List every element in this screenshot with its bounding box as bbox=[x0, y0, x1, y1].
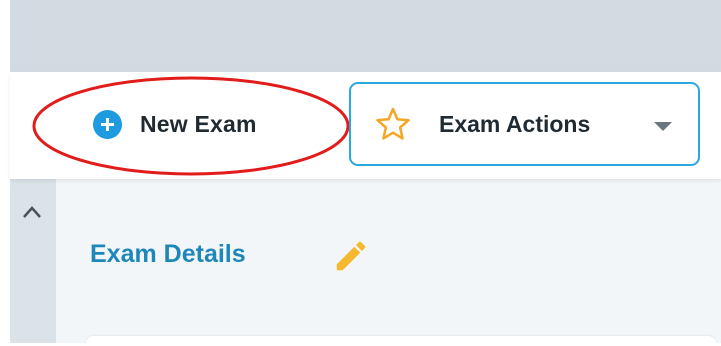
exam-actions-dropdown[interactable]: Exam Actions bbox=[349, 82, 700, 166]
main-content: Exam Details bbox=[56, 179, 721, 346]
new-exam-button[interactable]: New Exam bbox=[93, 98, 257, 150]
collapse-rail bbox=[10, 179, 56, 343]
details-card bbox=[86, 336, 716, 346]
pencil-icon[interactable] bbox=[332, 237, 370, 275]
chevron-up-icon[interactable] bbox=[22, 205, 42, 219]
exam-actions-label: Exam Actions bbox=[439, 110, 591, 137]
caret-down-icon bbox=[654, 122, 672, 131]
exam-toolbar: New Exam Exam Actions bbox=[10, 72, 721, 179]
top-header-band bbox=[10, 0, 721, 72]
new-exam-label: New Exam bbox=[140, 110, 257, 137]
section-title: Exam Details bbox=[90, 240, 246, 268]
star-icon bbox=[376, 107, 410, 140]
plus-circle-icon bbox=[93, 109, 122, 139]
